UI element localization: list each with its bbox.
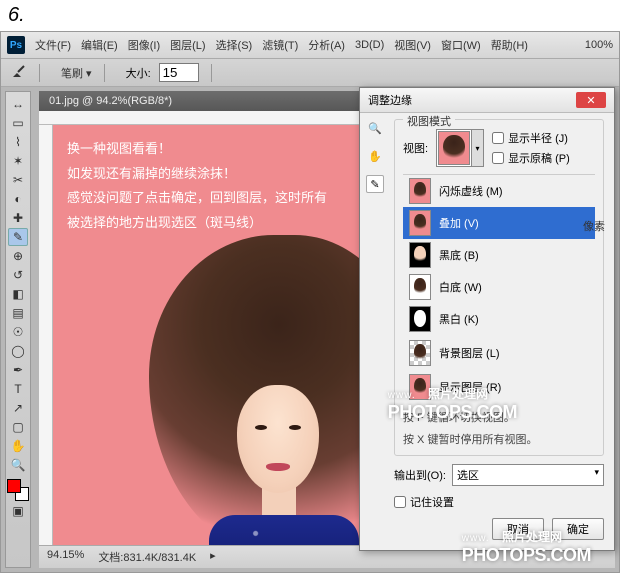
separator <box>104 64 118 82</box>
tools-panel: ↔ ▭ ⌇ ✶ ✂ ◐ ✚ ✎ ⊕ ↺ ◧ ▤ ☉ ◯ ✒ T ↗ ▢ ✋ 🔍 … <box>5 91 31 568</box>
menu-filter[interactable]: 滤镜(T) <box>262 37 298 53</box>
menu-image[interactable]: 图像(I) <box>128 37 160 53</box>
status-zoom[interactable]: 94.15% <box>47 549 84 565</box>
brush-size-input[interactable] <box>159 63 199 82</box>
menu-help[interactable]: 帮助(H) <box>491 37 528 53</box>
dialog-title: 调整边缘 <box>368 92 412 108</box>
view-mode-white[interactable]: 白底 (W) <box>403 271 595 303</box>
chevron-down-icon[interactable]: ▾ <box>471 130 483 166</box>
view-mode-bw[interactable]: 黑白 (K) <box>403 303 595 335</box>
dialog-titlebar[interactable]: 调整边缘 ✕ <box>360 88 614 113</box>
view-mode-group: 视图模式 视图: ▾ 显示半径 (J) 显示原稿 (P) <box>394 119 604 456</box>
hand-tool-icon[interactable]: ✋ <box>8 437 28 455</box>
menu-3d[interactable]: 3D(D) <box>355 39 384 51</box>
step-number: 6. <box>0 0 620 31</box>
workspace: ↔ ▭ ⌇ ✶ ✂ ◐ ✚ ✎ ⊕ ↺ ◧ ▤ ☉ ◯ ✒ T ↗ ▢ ✋ 🔍 … <box>1 87 619 572</box>
status-docinfo: 文档:831.4K/831.4K <box>98 549 196 565</box>
path-tool-icon[interactable]: ↗ <box>8 399 28 417</box>
view-mode-reveal[interactable]: 显示图层 (R) <box>403 371 595 403</box>
view-mode-dropdown[interactable]: ▾ <box>436 129 484 167</box>
eraser-tool-icon[interactable]: ◧ <box>8 285 28 303</box>
menu-bar: Ps 文件(F) 编辑(E) 图像(I) 图层(L) 选择(S) 滤镜(T) 分… <box>1 32 619 59</box>
output-row: 输出到(O): 选区 <box>394 464 604 486</box>
quickselect-tool-icon[interactable]: ✶ <box>8 152 28 170</box>
mode-thumb-icon <box>409 340 431 366</box>
eyedropper-tool-icon[interactable]: ◐ <box>8 190 28 208</box>
refine-radius-tool-icon[interactable]: ✎ <box>366 175 384 193</box>
menu-analysis[interactable]: 分析(A) <box>308 37 345 53</box>
separator <box>39 64 53 82</box>
document-title: 01.jpg @ 94.2%(RGB/8*) <box>49 95 172 107</box>
history-brush-icon[interactable]: ↺ <box>8 266 28 284</box>
menu-file[interactable]: 文件(F) <box>35 37 71 53</box>
hand-tool-icon[interactable]: ✋ <box>366 147 384 165</box>
mode-thumb-icon <box>409 374 431 400</box>
output-select[interactable]: 选区 <box>452 464 604 486</box>
menu-select[interactable]: 选择(S) <box>216 37 253 53</box>
size-label: 大小: <box>126 65 151 81</box>
cancel-button[interactable]: 取消 <box>492 518 544 540</box>
brush-preset-dropdown[interactable]: 笔刷 ▾ <box>61 65 92 81</box>
view-thumb-icon <box>438 131 470 165</box>
ruler-vertical <box>39 125 53 545</box>
close-icon[interactable]: ✕ <box>576 92 606 108</box>
refine-edge-dialog: 调整边缘 ✕ 🔍 ✋ ✎ 视图模式 视图: ▾ <box>359 87 615 551</box>
mode-label: 闪烁虚线 (M) <box>439 183 503 199</box>
menu-window[interactable]: 窗口(W) <box>441 37 481 53</box>
hint-text: 按 F 键循环切换视图。 <box>403 409 595 425</box>
zoom-tool-icon[interactable]: 🔍 <box>8 456 28 474</box>
menu-edit[interactable]: 编辑(E) <box>81 37 118 53</box>
view-mode-overlay[interactable]: 叠加 (V) <box>403 207 595 239</box>
brush-tool-icon[interactable] <box>11 63 27 82</box>
dodge-tool-icon[interactable]: ◯ <box>8 342 28 360</box>
stamp-tool-icon[interactable]: ⊕ <box>8 247 28 265</box>
view-label: 视图: <box>403 140 428 156</box>
zoom-tool-icon[interactable]: 🔍 <box>366 119 384 137</box>
ps-logo-icon: Ps <box>7 36 25 54</box>
view-mode-onlayers[interactable]: 背景图层 (L) <box>403 335 595 371</box>
shape-tool-icon[interactable]: ▢ <box>8 418 28 436</box>
mode-thumb-icon <box>409 178 431 204</box>
menu-view[interactable]: 视图(V) <box>394 37 431 53</box>
mode-thumb-icon <box>409 210 431 236</box>
menu-layer[interactable]: 图层(L) <box>170 37 205 53</box>
color-swatches[interactable] <box>7 479 29 501</box>
mode-label: 白底 (W) <box>439 279 482 295</box>
group-title: 视图模式 <box>403 113 455 129</box>
mode-label: 黑底 (B) <box>439 247 479 263</box>
zoom-indicator: 100% <box>585 39 613 51</box>
output-label: 输出到(O): <box>394 467 446 483</box>
mode-thumb-icon <box>409 306 431 332</box>
marquee-tool-icon[interactable]: ▭ <box>8 114 28 132</box>
gradient-tool-icon[interactable]: ▤ <box>8 304 28 322</box>
crop-tool-icon[interactable]: ✂ <box>8 171 28 189</box>
brush-tool-icon[interactable]: ✎ <box>8 228 28 246</box>
move-tool-icon[interactable]: ↔ <box>8 95 28 113</box>
pen-tool-icon[interactable]: ✒ <box>8 361 28 379</box>
mode-label: 显示图层 (R) <box>439 379 501 395</box>
hint-text: 按 X 键暂时停用所有视图。 <box>403 431 595 447</box>
heal-tool-icon[interactable]: ✚ <box>8 209 28 227</box>
view-mode-marching[interactable]: 闪烁虚线 (M) <box>403 175 595 207</box>
ok-button[interactable]: 确定 <box>552 518 604 540</box>
separator <box>211 64 225 82</box>
tool-options-bar: 笔刷 ▾ 大小: <box>1 59 619 87</box>
view-mode-list: 闪烁虚线 (M) 叠加 (V) 黑底 (B) 白底 (W) <box>403 174 595 403</box>
photoshop-app: Ps 文件(F) 编辑(E) 图像(I) 图层(L) 选择(S) 滤镜(T) 分… <box>0 31 620 573</box>
mode-label: 黑白 (K) <box>439 311 479 327</box>
show-original-checkbox[interactable]: 显示原稿 (P) <box>492 150 570 166</box>
view-mode-black[interactable]: 黑底 (B) <box>403 239 595 271</box>
mode-label: 背景图层 (L) <box>439 345 500 361</box>
mode-thumb-icon <box>409 242 431 268</box>
foreground-swatch[interactable] <box>7 479 21 493</box>
remember-settings-checkbox[interactable]: 记住设置 <box>394 494 604 510</box>
show-radius-checkbox[interactable]: 显示半径 (J) <box>492 130 570 146</box>
lasso-tool-icon[interactable]: ⌇ <box>8 133 28 151</box>
blur-tool-icon[interactable]: ☉ <box>8 323 28 341</box>
type-tool-icon[interactable]: T <box>8 380 28 398</box>
mode-label: 叠加 (V) <box>439 215 479 231</box>
mode-thumb-icon <box>409 274 431 300</box>
px-label: 像素 <box>583 218 605 234</box>
quickmask-icon[interactable]: ▣ <box>8 502 28 520</box>
